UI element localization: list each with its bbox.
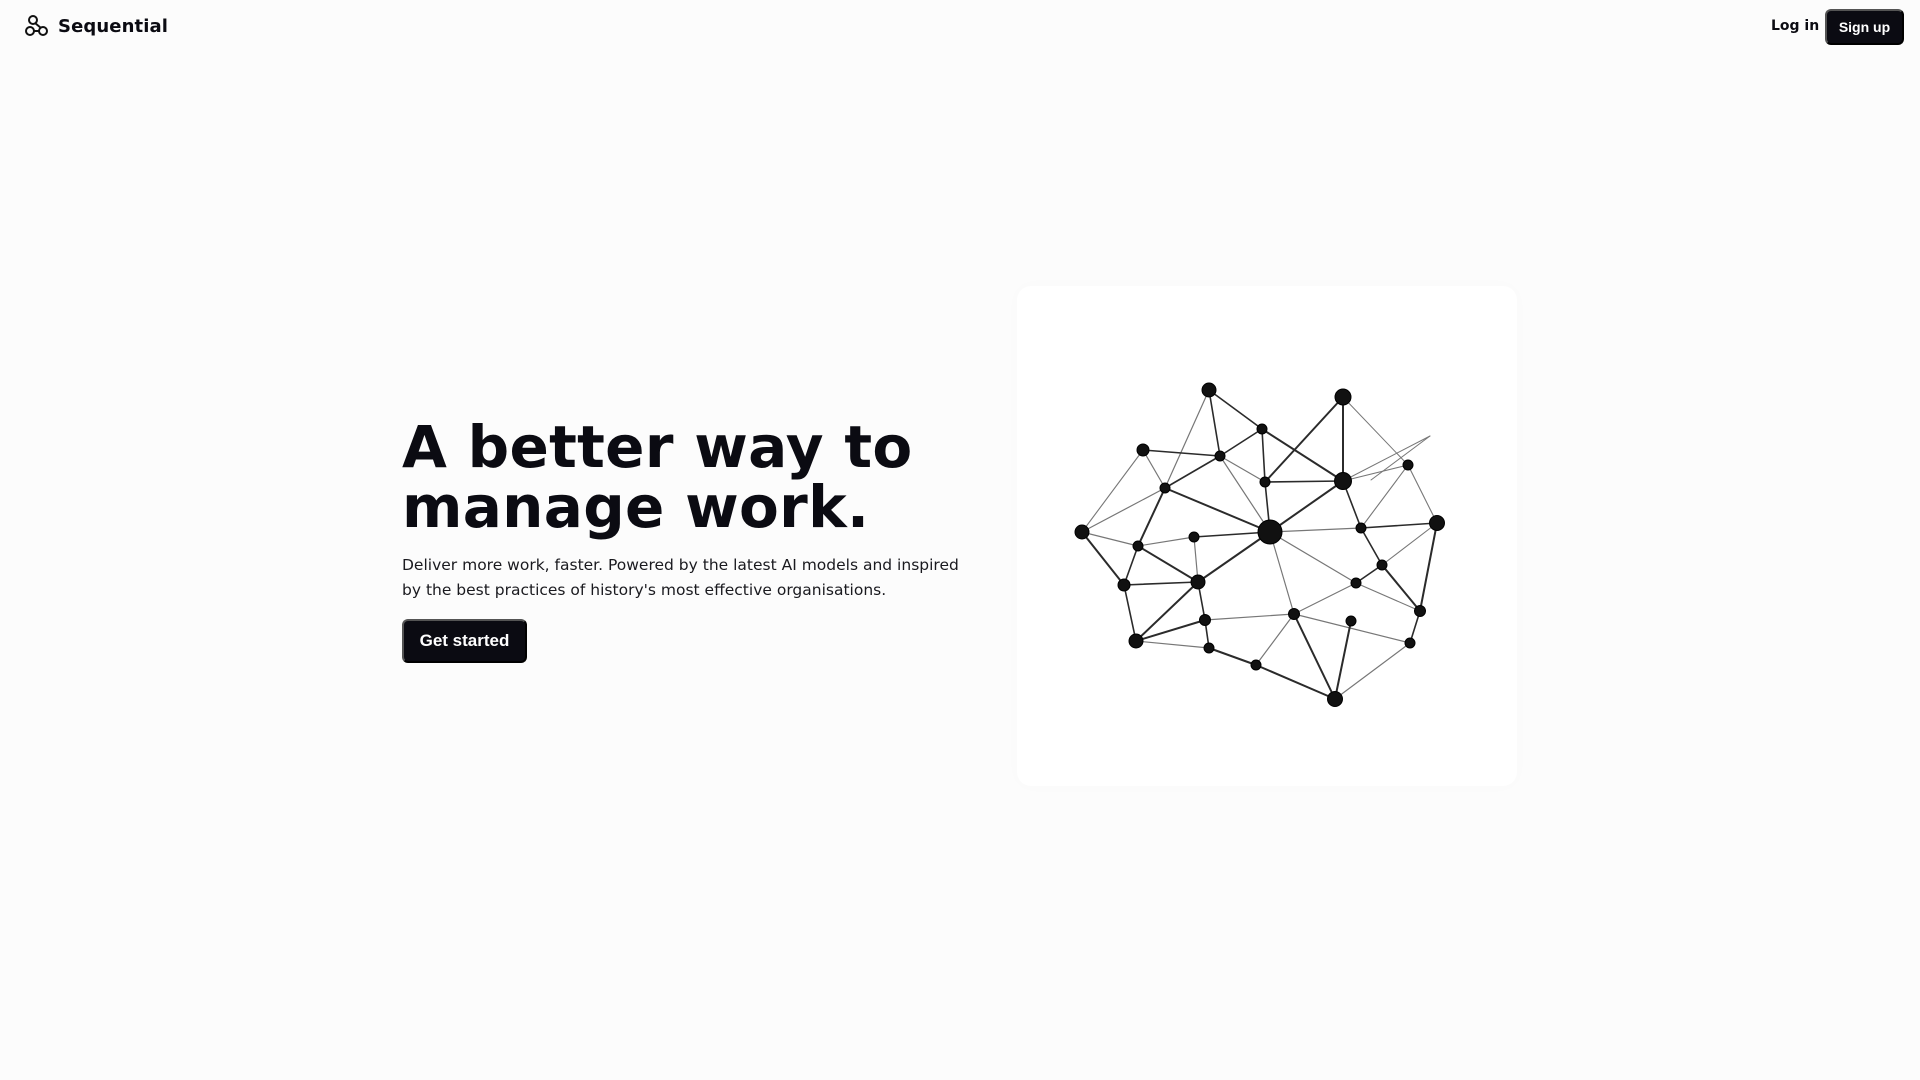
hero-title: A better way to manage work. bbox=[402, 417, 962, 537]
network-logo-icon bbox=[24, 14, 50, 38]
hero-subtitle: Deliver more work, faster. Powered by th… bbox=[402, 556, 959, 599]
network-graph-illustration bbox=[1060, 370, 1480, 734]
hero-title-line-1: A better way to bbox=[402, 413, 913, 481]
signup-button[interactable]: Sign up bbox=[1825, 9, 1904, 45]
site-header: Sequential Log in Sign up bbox=[0, 0, 1920, 54]
brand-name: Sequential bbox=[58, 15, 168, 37]
get-started-button[interactable]: Get started bbox=[402, 619, 527, 663]
brand-logo[interactable]: Sequential bbox=[24, 14, 168, 38]
login-link[interactable]: Log in bbox=[1771, 18, 1819, 34]
hero-title-line-2: manage work. bbox=[402, 473, 870, 541]
